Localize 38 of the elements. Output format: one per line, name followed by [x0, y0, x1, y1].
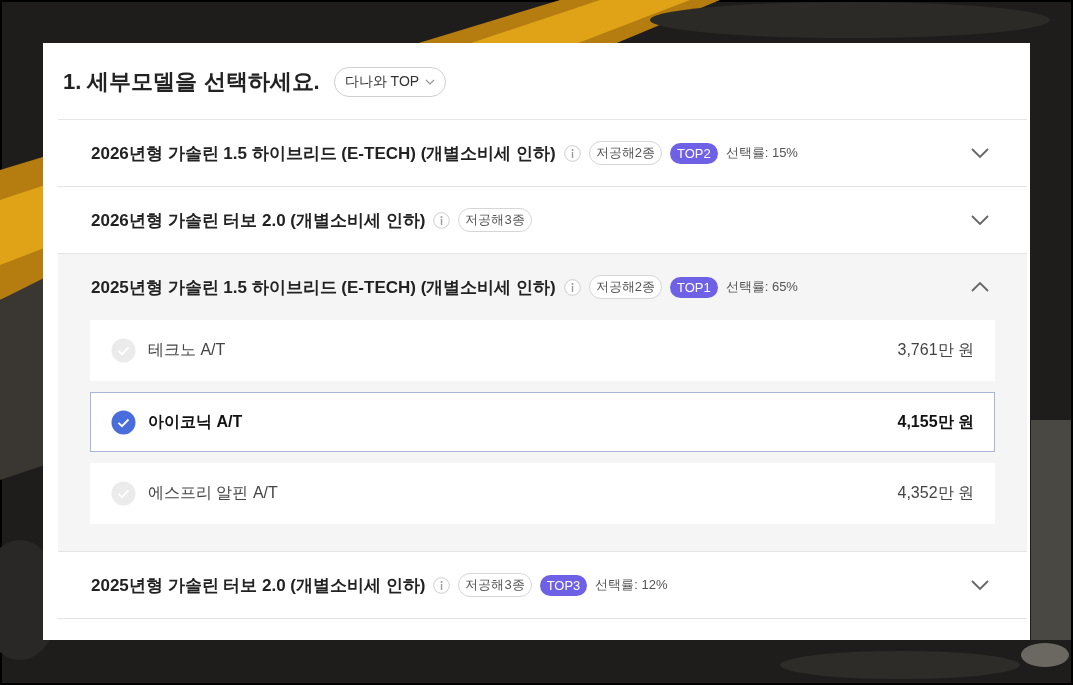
trim-name: 테크노 A/T — [148, 340, 227, 360]
chevron-down-icon[interactable] — [971, 148, 989, 158]
model-header[interactable]: 2025년형 가솔린 1.5 하이브리드 (E-TECH) (개별소비세 인하) 저공해2종 TOP1 선택률: 65% — [58, 254, 1027, 320]
trim-name: 에스프리 알핀 A/T — [148, 483, 279, 503]
rank-tag: TOP2 — [669, 142, 718, 164]
emission-tag: 저공해2종 — [588, 275, 662, 299]
emission-tag: 저공해3종 — [458, 573, 532, 597]
model-header[interactable]: 2026년형 가솔린 터보 2.0 (개별소비세 인하) 저공해3종 — [58, 187, 1027, 253]
trim-option[interactable]: 에스프리 알핀 A/T 4,352만 원 — [90, 463, 995, 524]
info-icon[interactable] — [433, 576, 451, 594]
chevron-down-icon[interactable] — [971, 580, 989, 590]
emission-tag: 저공해2종 — [588, 141, 662, 165]
chevron-down-icon — [425, 79, 436, 85]
info-icon[interactable] — [563, 278, 581, 296]
chevron-down-icon[interactable] — [971, 215, 989, 225]
section-title: 1. 세부모델을 선택하세요. — [63, 68, 320, 96]
info-icon[interactable] — [563, 144, 581, 162]
rank-tag: TOP1 — [669, 276, 718, 298]
trim-name: 아이코닉 A/T — [148, 411, 244, 432]
model-header[interactable]: 2026년형 가솔린 1.5 하이브리드 (E-TECH) (개별소비세 인하) 저공해2종 TOP2 선택률: 15% — [58, 120, 1027, 186]
selection-rate: 선택률: 12% — [595, 576, 668, 594]
selection-rate: 선택률: 65% — [725, 278, 798, 296]
trim-price: 4,352만 원 — [897, 483, 974, 503]
filter-dropdown[interactable]: 다나와 TOP — [333, 67, 447, 97]
chevron-up-icon[interactable] — [971, 282, 989, 292]
trim-price: 4,155만 원 — [897, 411, 974, 432]
model-header[interactable]: 2025년형 가솔린 터보 2.0 (개별소비세 인하) 저공해3종 TOP3 선택률: 12% — [58, 552, 1027, 618]
model-name: 2025년형 가솔린 터보 2.0 (개별소비세 인하) — [91, 574, 426, 597]
trim-option[interactable]: 아이코닉 A/T 4,155만 원 — [90, 392, 995, 452]
selection-rate: 선택률: 15% — [725, 144, 798, 162]
model-name: 2026년형 가솔린 1.5 하이브리드 (E-TECH) (개별소비세 인하) — [91, 142, 556, 165]
emission-tag: 저공해3종 — [458, 208, 532, 232]
trim-option[interactable]: 테크노 A/T 3,761만 원 — [90, 320, 995, 381]
info-icon[interactable] — [433, 211, 451, 229]
trim-price: 3,761만 원 — [897, 340, 974, 360]
rank-tag: TOP3 — [539, 574, 588, 596]
model-name: 2026년형 가솔린 터보 2.0 (개별소비세 인하) — [91, 209, 426, 232]
model-name: 2025년형 가솔린 1.5 하이브리드 (E-TECH) (개별소비세 인하) — [91, 276, 556, 299]
